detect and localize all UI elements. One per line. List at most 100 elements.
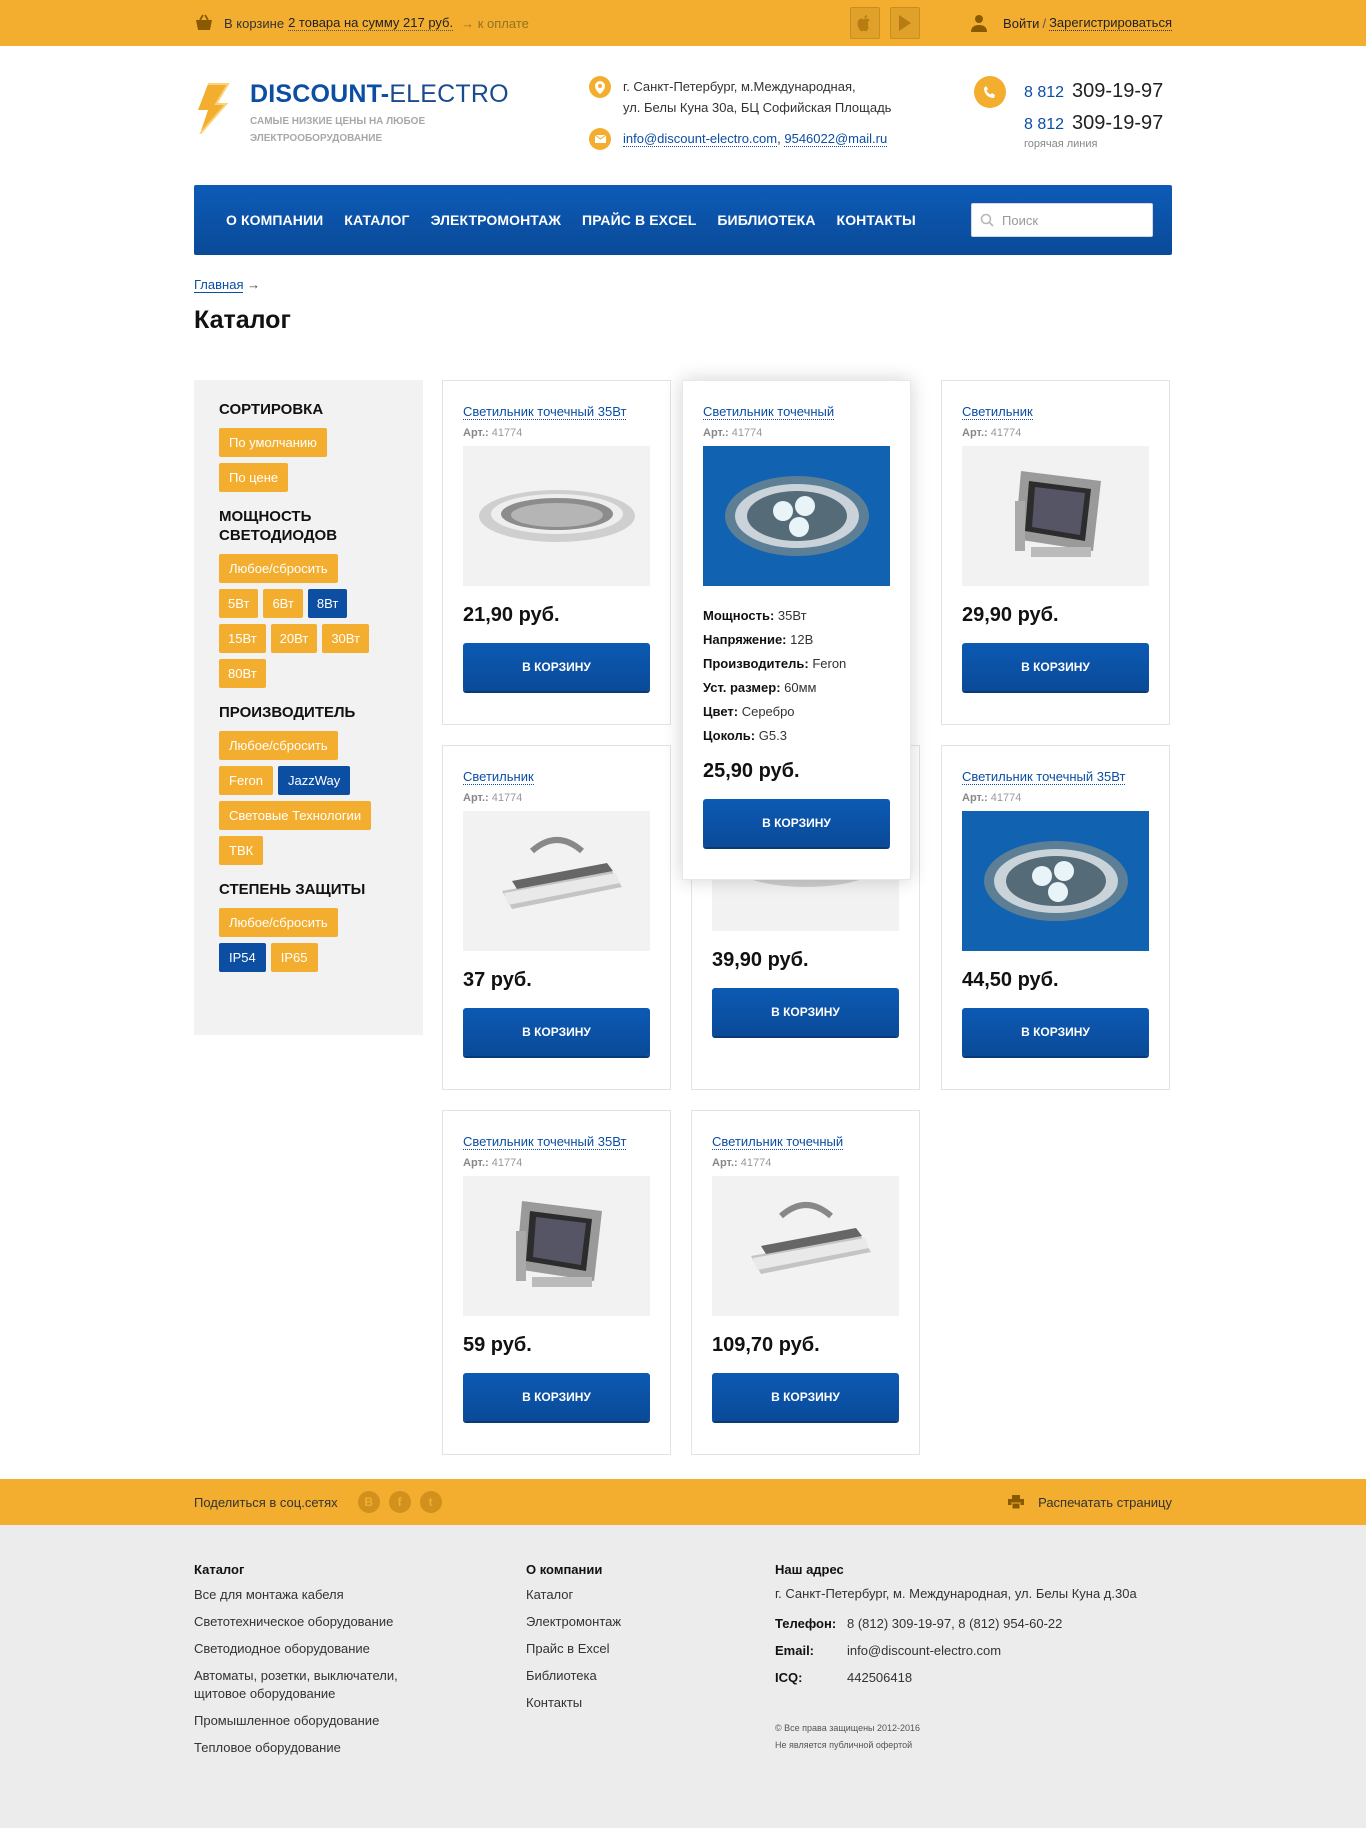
power-any[interactable]: Любое/сбросить bbox=[219, 554, 338, 583]
footer-link[interactable]: Все для монтажа кабеля bbox=[194, 1586, 434, 1604]
power-6w[interactable]: 6Вт bbox=[263, 589, 303, 618]
address-line-2: ул. Белы Куна 30а, БЦ Софийская Площадь bbox=[623, 100, 892, 115]
add-to-cart-button[interactable]: В корзину bbox=[463, 643, 650, 691]
product-title[interactable]: Светильник точечный 35Вт bbox=[962, 769, 1126, 785]
google-play-icon[interactable] bbox=[890, 7, 920, 39]
product-image[interactable] bbox=[463, 811, 650, 951]
add-to-cart-button[interactable]: В корзину bbox=[712, 988, 899, 1036]
footer-link[interactable]: Тепловое оборудование bbox=[194, 1739, 434, 1757]
lightning-bolt-icon bbox=[198, 83, 230, 134]
logo[interactable]: DISCOUNT-ELECTRO Самые низкие цены на лю… bbox=[194, 80, 509, 147]
spec-value: 35Вт bbox=[777, 608, 807, 623]
login-link[interactable]: Войти bbox=[1003, 16, 1039, 31]
email-link-2[interactable]: 9546022@mail.ru bbox=[784, 131, 888, 147]
product-price: 37 руб. bbox=[463, 969, 532, 991]
product-title[interactable]: Светильник bbox=[463, 769, 534, 785]
spec-row: Цвет: Серебро bbox=[703, 700, 890, 724]
maker-svetovye-tehnologii[interactable]: Световые Технологии bbox=[219, 801, 372, 830]
print-page-link[interactable]: Распечатать страницу bbox=[1008, 1495, 1172, 1510]
apple-store-icon[interactable] bbox=[850, 7, 880, 39]
article-number: 41774 bbox=[491, 792, 523, 804]
protection-ip54[interactable]: IP54 bbox=[219, 943, 266, 972]
power-title: МОЩНОСТЬ СВЕТОДИОДОВ bbox=[219, 508, 338, 544]
product-image[interactable] bbox=[962, 446, 1149, 586]
product-article: Арт.: 41774 bbox=[962, 792, 1149, 804]
power-5w[interactable]: 5Вт bbox=[219, 589, 259, 618]
protection-ip65[interactable]: IP65 bbox=[270, 943, 318, 972]
search-input[interactable] bbox=[1002, 212, 1142, 228]
footer-link[interactable]: Светодиодное оборудование bbox=[194, 1640, 434, 1658]
checkout-link[interactable]: → к оплате bbox=[461, 16, 529, 31]
footer-link[interactable]: Автоматы, розетки, выключатели, щитовое … bbox=[194, 1667, 434, 1703]
basket-icon[interactable] bbox=[194, 13, 214, 33]
power-80w[interactable]: 80Вт bbox=[219, 659, 266, 688]
add-to-cart-button[interactable]: В корзину bbox=[463, 1373, 650, 1421]
phone-2-number[interactable]: 309-19-97 bbox=[1072, 112, 1163, 134]
nav-contacts[interactable]: Контакты bbox=[837, 212, 916, 228]
product-image[interactable] bbox=[463, 446, 650, 586]
footer-link[interactable]: Прайс в Excel bbox=[526, 1640, 621, 1658]
cart-prefix: В корзине bbox=[224, 15, 285, 31]
twitter-icon[interactable]: t bbox=[419, 1491, 442, 1513]
maker-jazzway[interactable]: JazzWay bbox=[277, 766, 351, 795]
nav-electrical-installation[interactable]: Электромонтаж bbox=[431, 212, 561, 228]
power-20w[interactable]: 20Вт bbox=[270, 624, 318, 653]
phone-1-code: 8 812 bbox=[1024, 84, 1065, 101]
footer-link[interactable]: Каталог bbox=[526, 1586, 621, 1604]
maker-tvk[interactable]: ТВК bbox=[219, 836, 264, 865]
product-title[interactable]: Светильник точечный 35Вт bbox=[463, 404, 627, 420]
cart-amount-link[interactable]: 2 товара на сумму 217 руб. bbox=[288, 15, 454, 31]
footer-catalog-title: Каталог bbox=[194, 1562, 245, 1577]
add-to-cart-button[interactable]: В корзину bbox=[703, 799, 890, 847]
power-30w[interactable]: 30Вт bbox=[322, 624, 369, 653]
sort-price[interactable]: По цене bbox=[219, 463, 289, 492]
phone-1-number[interactable]: 309-19-97 bbox=[1072, 80, 1163, 102]
spec-row: Мощность: 35Вт bbox=[703, 604, 890, 628]
add-to-cart-button[interactable]: В корзину bbox=[962, 1008, 1149, 1056]
email-link-1[interactable]: info@discount-electro.com bbox=[623, 131, 778, 147]
add-to-cart-button[interactable]: В корзину bbox=[463, 1008, 650, 1056]
add-to-cart-button[interactable]: В корзину bbox=[962, 643, 1149, 691]
nav-about[interactable]: О компании bbox=[226, 212, 323, 228]
footer-link[interactable]: Библиотека bbox=[526, 1667, 621, 1685]
product-price: 44,50 руб. bbox=[962, 969, 1059, 991]
footer-link[interactable]: Светотехническое оборудование bbox=[194, 1613, 434, 1631]
footer-link[interactable]: Промышленное оборудование bbox=[194, 1712, 434, 1730]
sort-default[interactable]: По умолчанию bbox=[219, 428, 327, 457]
nav-price-excel[interactable]: Прайс в Excel bbox=[582, 212, 696, 228]
product-title[interactable]: Светильник точечный 35Вт bbox=[463, 1134, 627, 1150]
product-title[interactable]: Светильник точечный bbox=[703, 404, 835, 420]
product-image[interactable] bbox=[712, 1176, 899, 1316]
facebook-icon[interactable]: f bbox=[388, 1491, 411, 1513]
product-image[interactable] bbox=[463, 1176, 650, 1316]
product-title[interactable]: Светильник точечный bbox=[712, 1134, 844, 1150]
share-bar: Поделиться в соц.сетях В f t Распечатать… bbox=[0, 1479, 1366, 1525]
footer-link[interactable]: Контакты bbox=[526, 1694, 621, 1712]
vk-icon[interactable]: В bbox=[357, 1491, 380, 1513]
search-icon[interactable] bbox=[980, 213, 994, 227]
maker-feron[interactable]: Feron bbox=[219, 766, 273, 795]
spec-key: Напряжение: bbox=[703, 632, 787, 647]
product-image[interactable] bbox=[962, 811, 1149, 951]
power-8w[interactable]: 8Вт bbox=[307, 589, 348, 618]
maker-any[interactable]: Любое/сбросить bbox=[219, 731, 338, 760]
breadcrumb-home[interactable]: Главная bbox=[194, 277, 244, 293]
nav-library[interactable]: Библиотека bbox=[717, 212, 815, 228]
product-card: Светильник точечный 35Вт Арт.: 41774 44,… bbox=[941, 745, 1170, 1090]
brand-light: ELECTRO bbox=[389, 80, 509, 108]
footer-link[interactable]: Электромонтаж bbox=[526, 1613, 621, 1631]
product-image[interactable] bbox=[703, 446, 890, 586]
email-separator: , bbox=[777, 131, 781, 146]
add-to-cart-button[interactable]: В корзину bbox=[712, 1373, 899, 1421]
footer-email[interactable]: info@discount-electro.com bbox=[847, 1642, 1001, 1660]
register-link[interactable]: Зарегистрироваться bbox=[1049, 15, 1172, 31]
phone-1: 8 812 309-19-97 bbox=[1024, 76, 1163, 108]
nav-catalog[interactable]: Каталог bbox=[344, 212, 409, 228]
product-title[interactable]: Светильник bbox=[962, 404, 1033, 420]
slogan: Самые низкие цены на любое электрооборуд… bbox=[250, 116, 426, 144]
article-number: 41774 bbox=[740, 1157, 772, 1169]
footer-icq-label: ICQ: bbox=[775, 1670, 803, 1685]
protection-any[interactable]: Любое/сбросить bbox=[219, 908, 338, 937]
power-15w[interactable]: 15Вт bbox=[219, 624, 266, 653]
footer-email-label: Email: bbox=[775, 1643, 815, 1658]
